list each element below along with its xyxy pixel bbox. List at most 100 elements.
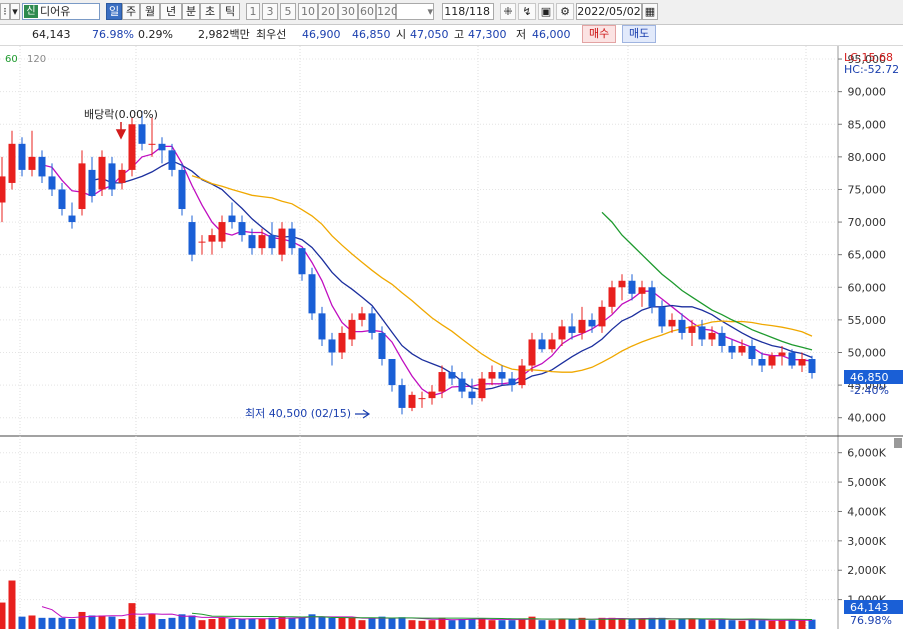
volume-bar (158, 619, 166, 629)
candle-body (158, 143, 166, 151)
hc-indicator: HC:-52.72 (844, 63, 899, 76)
sell-button[interactable]: 매도 (622, 25, 657, 43)
volume-bar (258, 619, 266, 629)
interval-custom-input[interactable]: ▾ (396, 3, 434, 20)
gear-icon[interactable]: ⚙ (556, 3, 574, 20)
volume-bar (38, 617, 46, 629)
candle-body (118, 169, 126, 183)
chart-settings-icon[interactable]: ⁜ (500, 3, 516, 20)
high-label: 고 (454, 28, 465, 41)
volume-bar (778, 620, 786, 629)
candle-body (208, 235, 216, 242)
volume-bar (728, 620, 736, 629)
candle-body (558, 326, 566, 340)
candle-body (148, 143, 156, 145)
period-week[interactable]: 주 (122, 3, 140, 20)
candle-body (568, 326, 576, 333)
period-second[interactable]: 초 (200, 3, 220, 20)
period-day[interactable]: 일 (106, 3, 122, 20)
candle-body (738, 345, 746, 353)
current-change-value: -2.40% (850, 384, 889, 397)
stock-search-field[interactable]: 신 디어유 (22, 3, 100, 20)
ma5-line (41, 145, 813, 397)
volume-bar (68, 619, 76, 629)
candle-count-field[interactable]: 118/118 (442, 3, 494, 20)
volume-bar (238, 619, 246, 629)
candle-body (758, 359, 766, 366)
ma60-legend: 60 (5, 54, 18, 65)
volume-bar (108, 616, 116, 629)
interval-60[interactable]: 60 (358, 3, 376, 20)
buy-button[interactable]: 매수 (582, 25, 617, 43)
candle-body (168, 150, 176, 170)
interval-10[interactable]: 10 (298, 3, 318, 20)
price-axis-label: 50,000 (848, 346, 887, 359)
volume-bar (448, 620, 456, 629)
calendar-icon[interactable]: ▦ (642, 3, 658, 20)
volume-bar (488, 620, 496, 629)
interval-120[interactable]: 120 (376, 3, 398, 20)
interval-20[interactable]: 20 (318, 3, 338, 20)
candle-body (608, 287, 616, 307)
candle-body (418, 398, 426, 400)
price-axis-label: 75,000 (848, 183, 887, 196)
grid-icon[interactable]: ⁝ (0, 3, 10, 20)
candle-body (58, 189, 66, 210)
candle-body (518, 365, 526, 386)
period-minute[interactable]: 분 (182, 3, 200, 20)
best-price-label: 최우선 (256, 28, 287, 41)
candle-body (178, 169, 186, 210)
candle-body (598, 306, 606, 327)
chart-area[interactable]: 95,000 90,000 85,000 80,000 75,000 70,000 65,0… (0, 46, 903, 629)
volume-bar (808, 619, 816, 629)
candle-body (548, 339, 556, 350)
date-field[interactable]: 2022/05/02 (576, 3, 642, 20)
interval-3[interactable]: 3 (262, 3, 278, 20)
volume-bar (498, 620, 506, 629)
interval-30[interactable]: 30 (338, 3, 358, 20)
candle-body (578, 319, 586, 333)
quote-info-bar: 64,143 76.98% 0.29% 2,982백만 최우선 46,900 4… (0, 25, 903, 46)
period-month[interactable]: 월 (140, 3, 160, 20)
dropdown-arrow-icon[interactable]: ▾ (10, 3, 20, 20)
price-axis-label: 90,000 (848, 86, 887, 99)
volume-bar (758, 620, 766, 629)
candle-body (28, 156, 36, 170)
volume-bar (358, 620, 366, 629)
volume-bar (508, 620, 516, 629)
volume-bar (468, 619, 476, 629)
candle-body (308, 274, 316, 314)
volume-bar (568, 619, 576, 629)
candle-body (268, 235, 276, 249)
crosshair-icon[interactable]: ↯ (518, 3, 536, 20)
candle-body (688, 326, 696, 333)
period-year[interactable]: 년 (160, 3, 182, 20)
save-icon[interactable]: ▣ (538, 3, 554, 20)
volume-bar (768, 620, 776, 629)
candle-body (458, 378, 466, 392)
volume-bar (128, 603, 136, 629)
volume-bar (558, 619, 566, 629)
candle-body (498, 372, 506, 379)
volume-bar (658, 617, 666, 629)
current-volume-value: 64,143 (850, 601, 889, 614)
volume-bar (698, 619, 706, 629)
period-tick[interactable]: 틱 (220, 3, 240, 20)
interval-5[interactable]: 5 (280, 3, 296, 20)
volume-bar (78, 611, 86, 629)
volume-rate: 76.98% (92, 28, 134, 41)
candle-body (218, 222, 226, 242)
candle-body (198, 241, 206, 243)
candle-body (328, 339, 336, 353)
candle-body (698, 326, 706, 340)
volume-bar (48, 617, 56, 629)
interval-1[interactable]: 1 (246, 3, 260, 20)
volume-bar (98, 615, 106, 629)
candle-body (798, 359, 806, 366)
price-chart[interactable]: 95,00090,00085,00080,00075,00070,00065,0… (0, 46, 903, 629)
candle-body (128, 124, 136, 170)
volume-bar (328, 617, 336, 629)
candle-body (38, 156, 46, 177)
candle-body (248, 235, 256, 249)
candle-body (348, 319, 356, 340)
